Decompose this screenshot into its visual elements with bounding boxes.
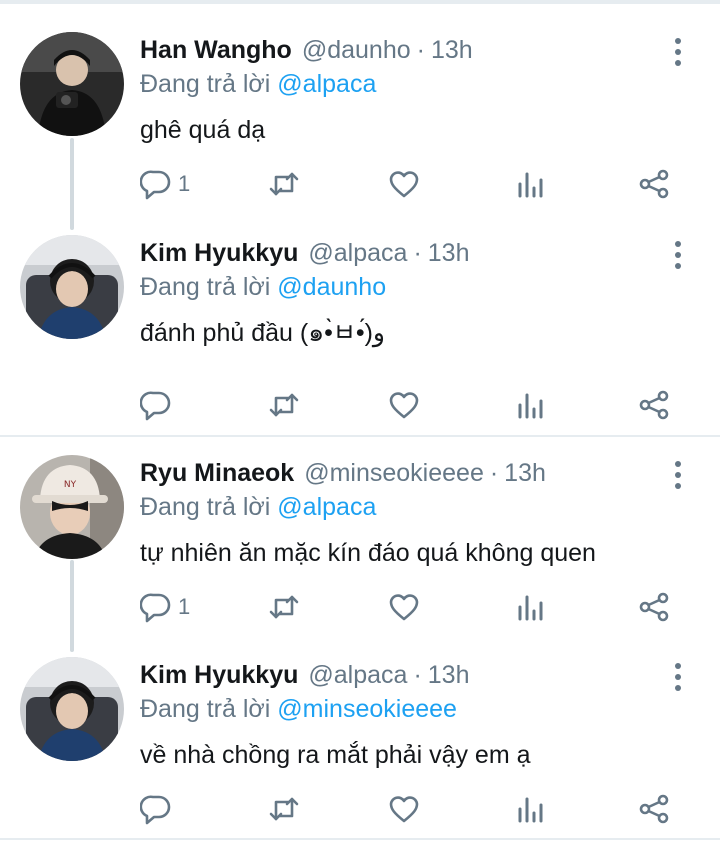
mention-link[interactable]: @minseokieeee [277,695,457,723]
reply-count: 1 [178,594,191,619]
replying-to: Đang trả lời @alpaca [140,489,376,525]
reply-button[interactable]: 1 [140,164,190,204]
tweet-header: Kim Hyukkyu @alpaca · 13h [140,235,470,271]
replying-to: Đang trả lời @daunho [140,269,386,305]
timestamp[interactable]: 13h [431,32,473,68]
reply-button[interactable] [140,789,178,829]
retweet-button[interactable] [268,385,300,425]
separator-dot: · [416,36,425,64]
retweet-icon [269,595,299,619]
tweet-text: về nhà chồng ra mắt phải vậy em ạ [140,741,531,769]
share-button[interactable] [638,587,670,627]
tweet-header: Ryu Minaeok @minseokieeee · 13h [140,455,546,491]
user-handle[interactable]: @minseokieeee [304,455,484,491]
reply-feed: Han Wangho @daunho · 13h Đang trả lời @a… [0,0,720,843]
thread-divider [0,435,720,437]
analytics-button[interactable] [514,164,546,204]
retweet-icon [269,797,299,821]
like-icon [389,594,419,621]
separator-dot: · [413,239,422,267]
analytics-button[interactable] [514,789,546,829]
analytics-button[interactable] [514,385,546,425]
timestamp[interactable]: 13h [504,455,546,491]
more-icon[interactable] [664,36,692,68]
action-bar: 1 [140,587,680,627]
replying-to-label: Đang trả lời [140,493,271,521]
mention-link[interactable]: @alpaca [277,493,376,521]
retweet-button[interactable] [268,164,300,204]
share-icon [639,592,669,622]
like-button[interactable] [388,587,420,627]
share-icon [639,390,669,420]
replying-to-label: Đang trả lời [140,695,271,723]
like-button[interactable] [388,164,420,204]
share-icon [639,794,669,824]
like-icon [389,796,419,823]
reply-button[interactable]: 1 [140,587,190,627]
more-icon[interactable] [664,661,692,693]
retweet-icon [269,172,299,196]
tweet-header: Han Wangho @daunho · 13h [140,32,473,68]
like-button[interactable] [388,789,420,829]
avatar[interactable] [20,32,124,136]
avatar[interactable]: NY [20,455,124,559]
reply-button[interactable] [140,385,178,425]
avatar[interactable] [20,657,124,761]
replying-to: Đang trả lời @minseokieeee [140,691,457,727]
tweet-text: tự nhiên ăn mặc kín đáo quá không quen [140,539,596,567]
tweet-reply[interactable]: NY Ryu Minaeok @minseokieeee · 13h Đang … [0,455,720,655]
tweet-header: Kim Hyukkyu @alpaca · 13h [140,657,470,693]
reply-icon [140,795,171,825]
avatar[interactable] [20,235,124,339]
retweet-button[interactable] [268,789,300,829]
reply-icon [140,391,171,421]
retweet-icon [269,393,299,417]
analytics-icon [518,797,543,823]
share-button[interactable] [638,164,670,204]
tweet-text: ghê quá dạ [140,116,266,144]
top-divider [0,0,720,4]
display-name[interactable]: Kim Hyukkyu [140,657,298,693]
svg-text:NY: NY [64,480,77,490]
more-icon[interactable] [664,459,692,491]
like-icon [389,392,419,419]
share-icon [639,169,669,199]
retweet-button[interactable] [268,587,300,627]
reply-count: 1 [178,171,191,196]
user-handle[interactable]: @alpaca [308,235,407,271]
mention-link[interactable]: @alpaca [277,70,376,98]
like-icon [389,171,419,198]
analytics-icon [518,595,543,621]
user-handle[interactable]: @daunho [302,32,411,68]
tweet-text: đánh phủ đầu (๑•̀ㅂ•́)و [140,319,385,347]
analytics-button[interactable] [514,587,546,627]
display-name[interactable]: Han Wangho [140,32,292,68]
action-bar [140,789,680,829]
reply-icon [140,593,171,623]
tweet-reply[interactable]: Han Wangho @daunho · 13h Đang trả lời @a… [0,32,720,232]
display-name[interactable]: Kim Hyukkyu [140,235,298,271]
separator-dot: · [413,661,422,689]
analytics-icon [518,172,543,198]
action-bar: 1 [140,164,680,204]
separator-dot: · [489,459,499,487]
timestamp[interactable]: 13h [428,657,470,693]
tweet-reply[interactable]: Kim Hyukkyu @alpaca · 13h Đang trả lời @… [0,235,720,435]
action-bar [140,385,680,425]
user-handle[interactable]: @alpaca [308,657,407,693]
replying-to-label: Đang trả lời [140,70,271,98]
tweet-reply[interactable]: Kim Hyukkyu @alpaca · 13h Đang trả lời @… [0,657,720,843]
display-name[interactable]: Ryu Minaeok [140,455,294,491]
mention-link[interactable]: @daunho [277,273,386,301]
like-button[interactable] [388,385,420,425]
share-button[interactable] [638,789,670,829]
share-button[interactable] [638,385,670,425]
analytics-icon [518,393,543,419]
timestamp[interactable]: 13h [428,235,470,271]
reply-icon [140,170,171,200]
replying-to-label: Đang trả lời [140,273,271,301]
replying-to: Đang trả lời @alpaca [140,66,376,102]
more-icon[interactable] [664,239,692,271]
